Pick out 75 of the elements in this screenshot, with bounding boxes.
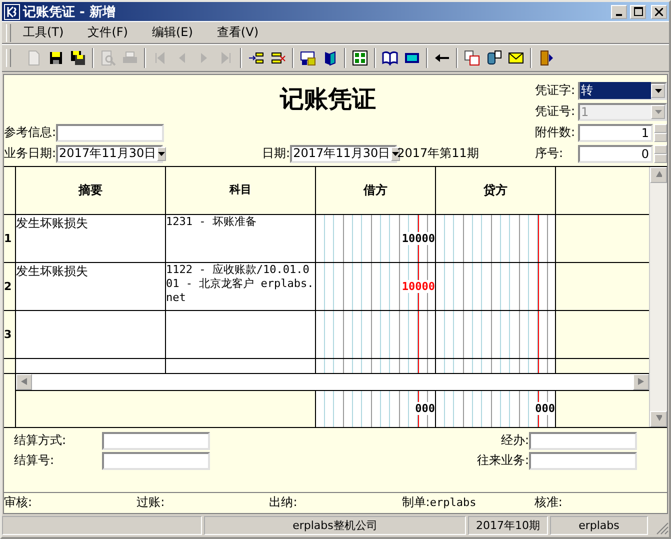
attachments-field[interactable]: 1 [578, 124, 653, 142]
signature-label: 过账: [136, 494, 166, 512]
status-text: erplabs [550, 516, 648, 535]
debit-cell: 10000 [316, 262, 436, 310]
partner-field[interactable] [529, 452, 637, 470]
book-icon[interactable] [322, 50, 338, 66]
signature-label: 审核: [4, 494, 34, 512]
scroll-up-icon [656, 171, 662, 178]
grid-icon[interactable] [352, 50, 368, 66]
handler-field[interactable] [529, 432, 637, 450]
voucher-word-dropdown[interactable]: 转 [578, 82, 667, 100]
dropdown-arrow-icon [158, 152, 166, 156]
horizontal-scrollbar[interactable] [16, 374, 649, 391]
field-label: 业务日期: [4, 145, 56, 162]
field-label: 附件数: [535, 124, 576, 142]
menu-item[interactable]: 工具(T) [23, 22, 76, 44]
period-text: 2017年第11期 [397, 145, 479, 162]
menu-item[interactable]: 文件(F) [88, 22, 140, 44]
field-label: 日期: [262, 145, 290, 162]
floppy-icon[interactable] [48, 50, 64, 66]
delete-row-icon[interactable] [270, 50, 286, 66]
menu-item[interactable]: 查看(V) [216, 22, 270, 44]
field-label: 凭证号: [535, 103, 576, 120]
scroll-right-icon [638, 378, 644, 386]
open-book-icon[interactable] [382, 50, 398, 66]
table-cell: 发生坏账损失 [16, 262, 166, 310]
signature-label: 出纳: [269, 494, 298, 512]
table-cell: 1231 - 坏账准备 [166, 214, 316, 262]
maximize-button[interactable] [630, 4, 646, 19]
credit-total-cell: 000 [436, 390, 556, 427]
close-button[interactable] [651, 4, 667, 19]
date-dropdown[interactable]: 2017年11月30日 [290, 144, 398, 163]
reference-field[interactable] [56, 124, 164, 142]
voucher-title: 记账凭证 [280, 82, 376, 115]
copy-icon[interactable] [464, 50, 480, 66]
minimize-button[interactable] [611, 4, 627, 19]
envelope-icon[interactable] [508, 50, 524, 66]
scroll-left-icon [21, 378, 27, 386]
status-text: 2017年10期 [468, 516, 548, 535]
field-label: 往来业务: [476, 452, 529, 469]
field-label: 经办: [500, 432, 529, 449]
row-number: 2 [4, 262, 16, 310]
signature-label: 核准: [534, 494, 564, 512]
field-label: 参考信息: [4, 124, 56, 142]
resize-grip-icon[interactable] [655, 520, 669, 535]
status-text: erplabs整机公司 [204, 516, 466, 535]
window-title: 记账凭证 - 新增 [23, 4, 116, 21]
field-label: 凭证字: [535, 82, 576, 100]
field-label: 序号: [535, 145, 564, 162]
scroll-down-icon [656, 415, 662, 422]
settlement-number-field[interactable] [102, 452, 210, 470]
menu-item[interactable]: 编辑(E) [152, 22, 205, 44]
attachment-icon[interactable] [486, 50, 502, 66]
dropdown-arrow-icon [392, 152, 400, 156]
table-cell: 1122 - 应收账款/10.01.001 - 北京龙客户 erplabs.net [166, 262, 316, 310]
field-label: 结算方式: [14, 432, 68, 449]
settlement-method-field[interactable] [102, 432, 210, 450]
minimize-icon [616, 14, 622, 16]
debit-total-cell: 000 [316, 390, 436, 427]
business-date-dropdown[interactable]: 2017年11月30日 [56, 144, 164, 163]
floppies-icon[interactable] [70, 50, 86, 66]
close-icon [655, 8, 663, 16]
maximize-icon [634, 7, 642, 16]
insert-row-icon[interactable] [248, 50, 264, 66]
row-number: 3 [4, 310, 16, 358]
dropdown-arrow-icon [654, 110, 662, 114]
dropdown-arrow-icon [654, 88, 662, 93]
sequence-field[interactable]: 0 [578, 144, 653, 163]
signature-label: 制单:erplabs [402, 494, 478, 512]
row-number: 1 [4, 214, 16, 262]
debit-cell: 10000 [316, 214, 436, 262]
field-label: 结算号: [14, 452, 56, 469]
table-cell: 发生坏账损失 [16, 214, 166, 262]
vertical-scrollbar[interactable] [649, 166, 667, 427]
exit-door-icon[interactable] [538, 50, 554, 66]
